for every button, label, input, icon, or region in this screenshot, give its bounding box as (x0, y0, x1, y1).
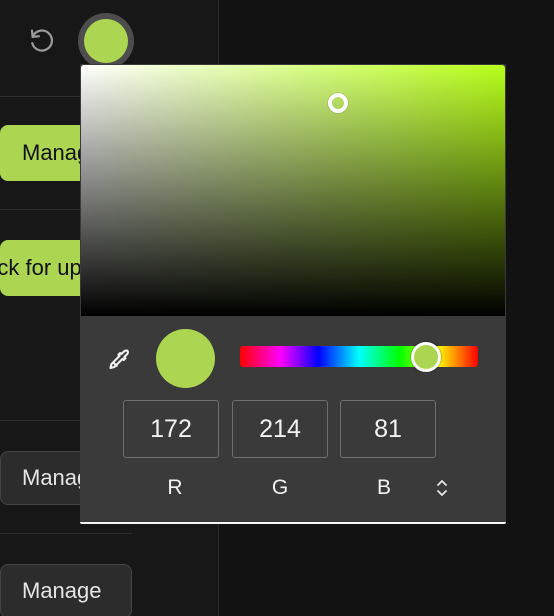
red-value: 172 (150, 414, 192, 443)
eyedropper-icon (109, 349, 129, 369)
reset-color-button[interactable] (24, 22, 60, 58)
green-label: G (271, 476, 289, 499)
chevron-up-down-icon (437, 480, 447, 496)
eyedropper-button[interactable] (102, 343, 136, 377)
color-mode-toggle[interactable] (432, 477, 452, 499)
color-swatch-button[interactable] (78, 13, 134, 69)
manage-button[interactable]: Manage (0, 125, 90, 181)
color-preview (156, 329, 215, 388)
manage-button[interactable]: Manage (0, 564, 132, 616)
check-for-updates-button[interactable]: Check for updates (0, 240, 90, 296)
green-value: 214 (259, 414, 301, 443)
saturation-brightness-area[interactable] (81, 65, 505, 316)
red-input[interactable]: 172 (123, 400, 219, 458)
manage-button[interactable]: Manage (0, 451, 90, 505)
blue-input[interactable]: 81 (340, 400, 436, 458)
button-label: Manage (22, 578, 102, 603)
button-label: Check for updates (0, 255, 90, 280)
reset-icon (30, 29, 54, 52)
green-input[interactable]: 214 (232, 400, 328, 458)
settings-page: Manage Check for updates Manage Manage (0, 0, 554, 616)
red-label: R (167, 476, 183, 499)
blue-label: B (376, 476, 391, 499)
saturation-pointer[interactable] (328, 93, 348, 113)
divider (0, 533, 132, 534)
color-picker-popover: 172 214 81 R G B (80, 64, 506, 524)
blue-value: 81 (374, 414, 402, 443)
hue-slider-thumb[interactable] (411, 342, 441, 372)
hue-slider[interactable] (240, 346, 478, 367)
color-swatch (84, 19, 128, 63)
